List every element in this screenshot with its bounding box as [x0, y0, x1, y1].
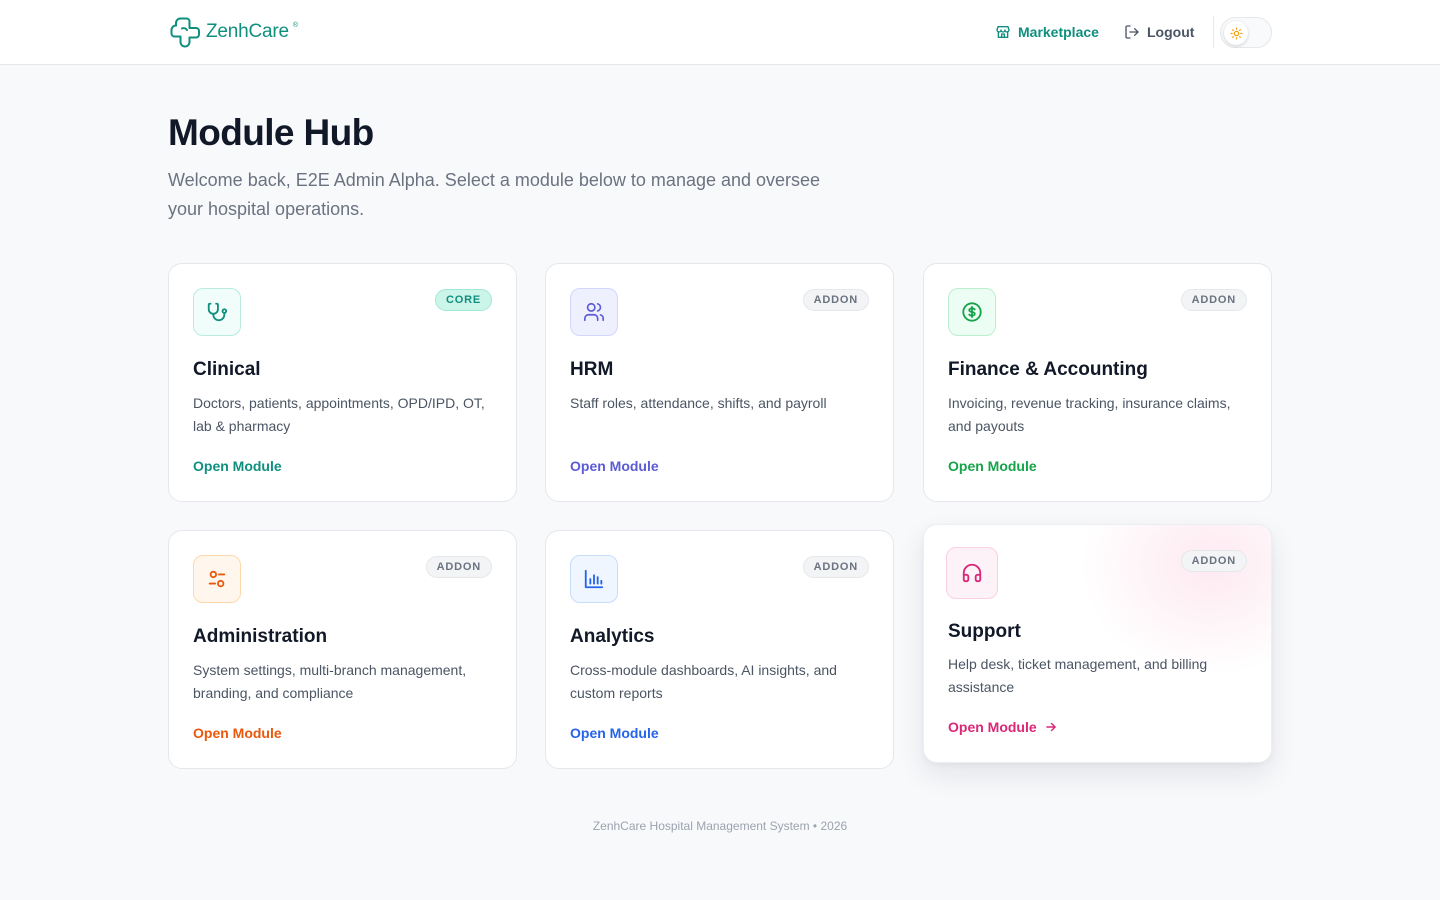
module-title: Finance & Accounting	[948, 359, 1148, 380]
top-navbar: ZenhCare ® Marketplace Logout	[0, 0, 1440, 65]
module-title: Clinical	[193, 359, 261, 380]
module-card-finance[interactable]: ADDON Finance & Accounting Invoicing, re…	[923, 263, 1272, 502]
module-badge: CORE	[435, 289, 492, 311]
module-card-hrm[interactable]: ADDON HRM Staff roles, attendance, shift…	[545, 263, 894, 502]
module-icon-box	[570, 555, 618, 603]
sliders-icon	[208, 570, 226, 588]
marketplace-label: Marketplace	[1018, 24, 1099, 40]
open-module-label: Open Module	[948, 719, 1037, 735]
open-module-label: Open Module	[570, 458, 659, 474]
module-description: Doctors, patients, appointments, OPD/IPD…	[193, 395, 485, 434]
logout-button[interactable]: Logout	[1124, 22, 1194, 42]
brand-name: ZenhCare	[206, 21, 289, 42]
open-module-label: Open Module	[193, 725, 282, 741]
marketplace-link[interactable]: Marketplace	[995, 22, 1099, 42]
module-badge: ADDON	[802, 289, 869, 311]
module-card-administration[interactable]: ADDON Administration System settings, mu…	[168, 530, 517, 769]
module-badge: ADDON	[802, 556, 869, 578]
open-module-link[interactable]: Open Module	[948, 458, 1037, 474]
footer-text: ZenhCare Hospital Management System • 20…	[592, 819, 848, 833]
module-icon-box	[570, 288, 618, 336]
brand-cross-icon	[170, 17, 200, 48]
module-badge: ADDON	[425, 556, 492, 578]
brand-logo[interactable]: ZenhCare ®	[168, 15, 298, 49]
module-badge: ADDON	[1180, 289, 1247, 311]
open-module-label: Open Module	[570, 725, 659, 741]
module-description: Help desk, ticket management, and billin…	[948, 656, 1208, 695]
logout-icon	[1125, 25, 1139, 39]
stethoscope-icon	[207, 302, 228, 322]
page-title: Module Hub	[168, 112, 374, 153]
bar-chart-icon	[584, 569, 604, 589]
module-icon-box	[946, 547, 998, 599]
sun-icon	[1229, 26, 1243, 40]
headphones-icon	[962, 563, 982, 583]
open-module-link[interactable]: Open Module	[948, 719, 1058, 735]
module-icon-box	[193, 555, 241, 603]
module-description: Invoicing, revenue tracking, insurance c…	[948, 395, 1231, 434]
module-icon-box	[948, 288, 996, 336]
module-title: Administration	[193, 626, 328, 647]
dollar-circle-icon	[962, 302, 982, 322]
open-module-label: Open Module	[193, 458, 282, 474]
arrow-right-icon	[1045, 722, 1056, 732]
open-module-link[interactable]: Open Module	[570, 458, 659, 474]
module-description: System settings, multi-branch management…	[193, 662, 467, 701]
module-title: Analytics	[570, 626, 655, 647]
module-card-support[interactable]: ADDON Support Help desk, ticket manageme…	[923, 524, 1272, 763]
brand-registered-mark: ®	[292, 22, 299, 29]
module-title: HRM	[570, 359, 614, 380]
module-icon-box	[193, 288, 241, 336]
module-title: Support	[948, 621, 1021, 642]
store-icon	[996, 26, 1010, 38]
open-module-link[interactable]: Open Module	[570, 725, 659, 741]
theme-toggle[interactable]	[1220, 17, 1272, 48]
open-module-link[interactable]: Open Module	[193, 725, 282, 741]
module-description: Staff roles, attendance, shifts, and pay…	[570, 395, 827, 411]
module-card-clinical[interactable]: CORE Clinical Doctors, patients, appoint…	[168, 263, 517, 502]
open-module-label: Open Module	[948, 458, 1037, 474]
header-divider	[1213, 16, 1214, 48]
page-subtitle: Welcome back, E2E Admin Alpha. Select a …	[168, 170, 821, 219]
module-card-analytics[interactable]: ADDON Analytics Cross-module dashboards,…	[545, 530, 894, 769]
logout-label: Logout	[1147, 24, 1195, 40]
module-description: Cross-module dashboards, AI insights, an…	[570, 662, 837, 701]
users-icon	[584, 302, 604, 322]
theme-toggle-knob	[1224, 21, 1248, 45]
open-module-link[interactable]: Open Module	[193, 458, 282, 474]
module-badge: ADDON	[1180, 550, 1247, 572]
